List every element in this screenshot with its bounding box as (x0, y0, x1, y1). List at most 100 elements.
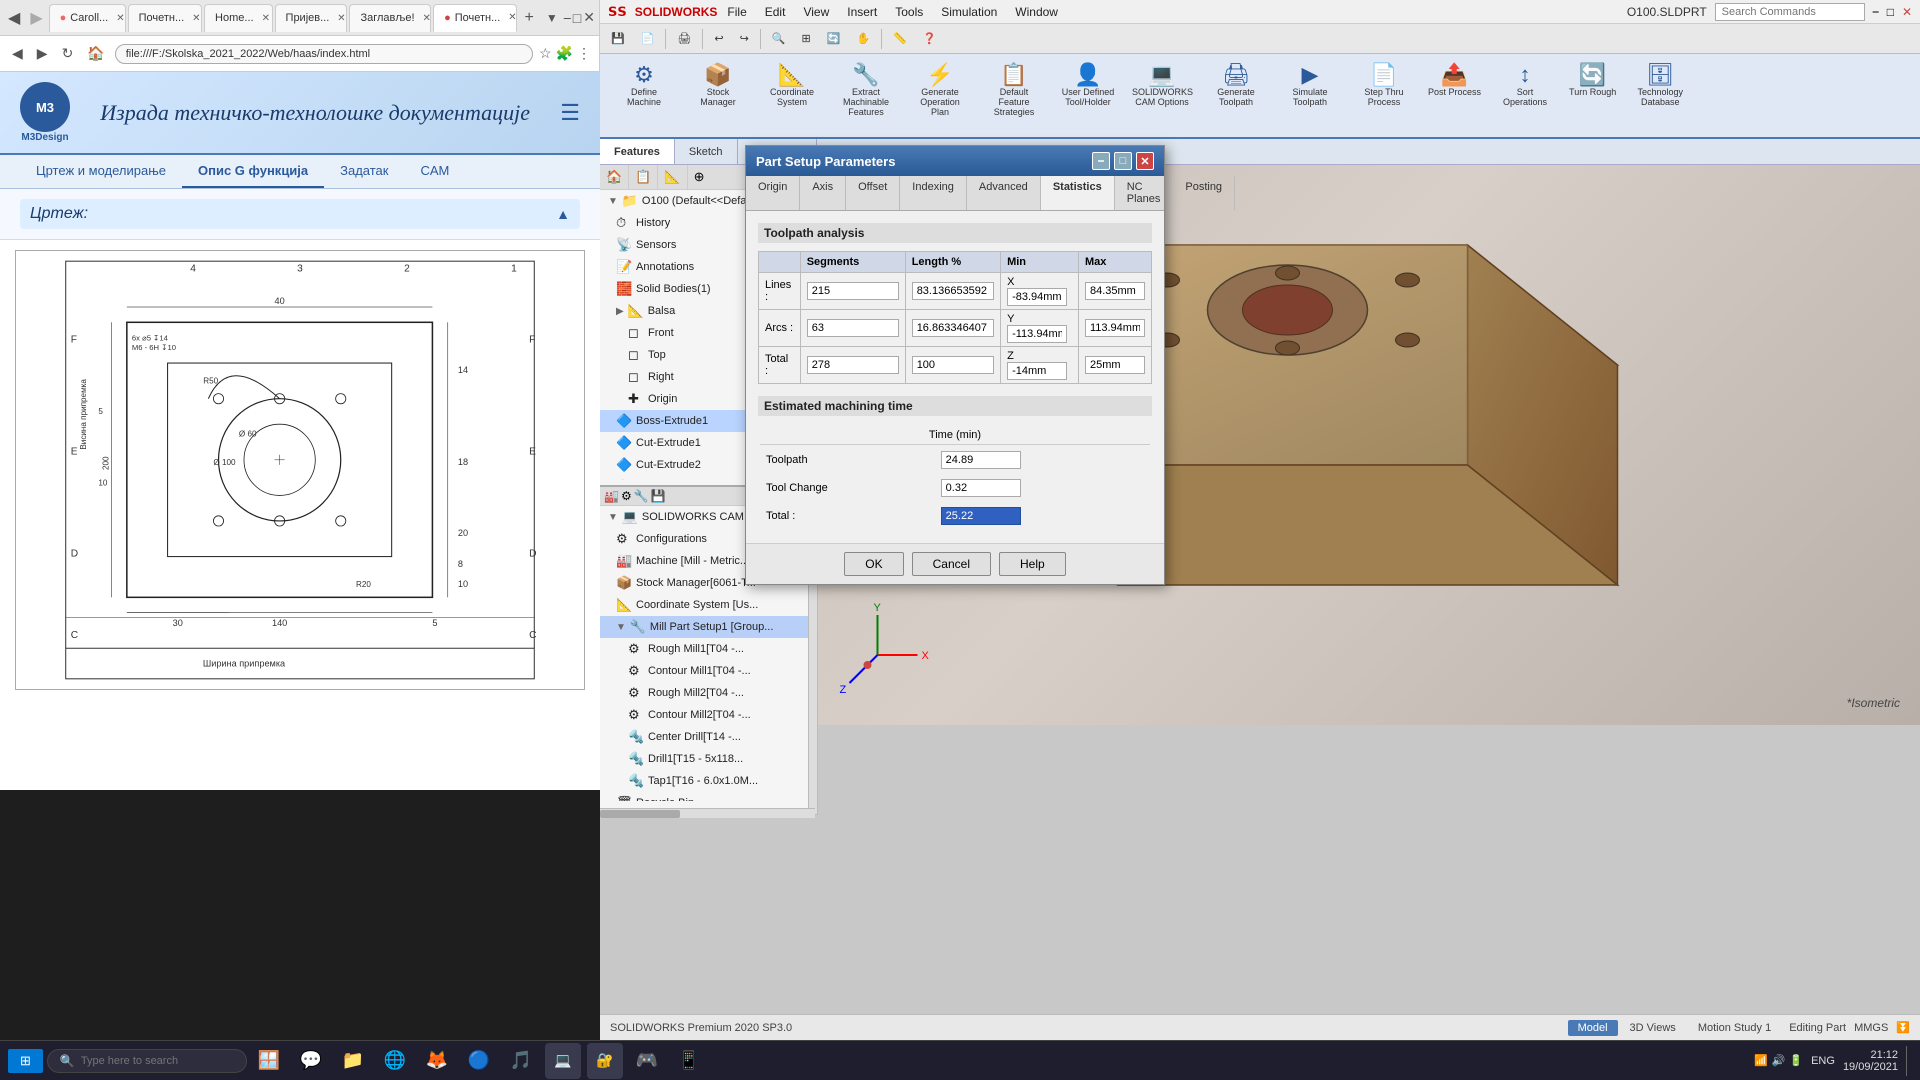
browser-tab-3[interactable]: Пријев... ✕ (275, 4, 348, 32)
dialog-restore-btn[interactable]: □ (1114, 152, 1132, 170)
3dviews-tab[interactable]: 3D Views (1620, 1020, 1686, 1036)
browser-tab-2[interactable]: Home... ✕ (204, 4, 272, 32)
taskbar-explorer[interactable]: 🪟 (251, 1043, 287, 1079)
taskbar-chrome[interactable]: 🔵 (461, 1043, 497, 1079)
help-btn[interactable]: Help (999, 552, 1066, 576)
min-lines-input[interactable] (1007, 288, 1067, 306)
ribbon-turn-rough[interactable]: 🔄 Turn Rough (1563, 58, 1622, 102)
dtab-advanced[interactable]: Advanced (967, 176, 1041, 210)
back-btn[interactable]: ◀ (8, 43, 27, 64)
cam-coord[interactable]: 📐 Coordinate System [Us... (600, 594, 813, 616)
nav-item-cam[interactable]: CAM (404, 155, 465, 188)
min-total-input[interactable] (1007, 362, 1067, 380)
browser-tab-1[interactable]: Почетн... ✕ (128, 4, 202, 32)
seg-arcs-input[interactable] (807, 319, 899, 337)
tab-overflow-btn[interactable]: ▼ (542, 11, 562, 25)
tab-close-5[interactable]: ✕ (508, 12, 516, 23)
min-arcs-input[interactable] (1007, 325, 1067, 343)
cam-hscrollbar[interactable] (600, 808, 815, 818)
dtab-axis[interactable]: Axis (800, 176, 846, 210)
cam-rough1[interactable]: ⚙ Rough Mill1[T04 -... (600, 638, 813, 660)
tree-expand-root[interactable]: ▼ (608, 196, 618, 207)
ribbon-extract-features[interactable]: 🔧 Extract Machinable Features (830, 58, 902, 122)
cam-mill-setup[interactable]: ▼ 🔧 Mill Part Setup1 [Group... (600, 616, 813, 638)
ribbon-generate-plan[interactable]: ⚡ Generate Operation Plan (904, 58, 976, 122)
len-total-input[interactable] (912, 356, 994, 374)
toolbar-redo[interactable]: ↪ (733, 29, 756, 48)
settings-icon[interactable]: ⋮ (577, 45, 591, 62)
taskbar-edge[interactable]: 🌐 (377, 1043, 413, 1079)
tree-expand-balsa[interactable]: ▶ (616, 306, 624, 317)
taskbar-show-desktop[interactable] (1906, 1046, 1912, 1076)
nav-item-opis[interactable]: Опис G функција (182, 155, 324, 188)
dtab-statistics[interactable]: Statistics (1041, 176, 1115, 210)
cam-rough2[interactable]: ⚙ Rough Mill2[T04 -... (600, 682, 813, 704)
cam-recycle[interactable]: 🗑 Recycle Bin (600, 792, 813, 801)
refresh-btn[interactable]: ↻ (58, 43, 78, 64)
browser-tab-0[interactable]: ● Caroll... ✕ (49, 4, 126, 32)
max-lines-input[interactable] (1085, 282, 1145, 300)
tab-close-1[interactable]: ✕ (192, 13, 200, 24)
collapse-btn[interactable]: ▲ (556, 206, 570, 222)
len-lines-input[interactable] (912, 282, 994, 300)
menu-window[interactable]: Window (1007, 3, 1066, 21)
ok-btn[interactable]: OK (844, 552, 903, 576)
tab-fwd-btn[interactable]: ▶ (26, 8, 46, 28)
panel-tab-icon-3[interactable]: 📐 (658, 165, 687, 189)
toolbar-zoom[interactable]: 🔍 (765, 29, 793, 48)
total-time-input[interactable] (941, 507, 1021, 525)
dtab-posting[interactable]: Posting (1173, 176, 1235, 210)
ribbon-simulate[interactable]: ▶ Simulate Toolpath (1274, 58, 1346, 112)
cam-center-drill[interactable]: 🔩 Center Drill[T14 -... (600, 726, 813, 748)
cancel-btn[interactable]: Cancel (912, 552, 991, 576)
bookmark-icon[interactable]: ☆ (539, 45, 552, 62)
toolbar-save[interactable]: 💾 (604, 29, 632, 48)
ribbon-stock-manager[interactable]: 📦 Stock Manager (682, 58, 754, 112)
search-input[interactable] (81, 1055, 231, 1067)
cam-panel-icon-2[interactable]: ⚙ (621, 489, 632, 503)
cam-contour1[interactable]: ⚙ Contour Mill1[T04 -... (600, 660, 813, 682)
taskbar-music[interactable]: 🎵 (503, 1043, 539, 1079)
maximize-window-btn[interactable]: □ (573, 10, 581, 26)
taskbar-game[interactable]: 🎮 (629, 1043, 665, 1079)
toolbar-new[interactable]: 📄 (634, 29, 662, 48)
model-tab[interactable]: Model (1568, 1020, 1618, 1036)
menu-edit[interactable]: Edit (757, 3, 794, 21)
cam-expand-root[interactable]: ▼ (608, 512, 618, 523)
ribbon-coord-system[interactable]: 📐 Coordinate System (756, 58, 828, 112)
toolbar-pan[interactable]: ✋ (849, 29, 877, 48)
toolpath-time-input[interactable] (941, 451, 1021, 469)
cam-hscroll-thumb[interactable] (600, 810, 680, 818)
browser-tab-4[interactable]: Заглавље! ✕ (349, 4, 431, 32)
menu-file[interactable]: File (719, 3, 754, 21)
tab-back-btn[interactable]: ◀ (4, 8, 24, 28)
address-bar[interactable] (115, 44, 533, 64)
len-arcs-input[interactable] (912, 319, 994, 337)
cam-contour2[interactable]: ⚙ Contour Mill2[T04 -... (600, 704, 813, 726)
tab-close-2[interactable]: ✕ (262, 13, 270, 24)
taskbar-files[interactable]: 📁 (335, 1043, 371, 1079)
tab-close-3[interactable]: ✕ (337, 13, 345, 24)
toolbar-rotate[interactable]: 🔄 (820, 29, 848, 48)
ribbon-sort-ops[interactable]: ↕ Sort Operations (1489, 58, 1561, 112)
browser-tab-5[interactable]: ● Почетн... ✕ (433, 4, 516, 32)
motion-tab[interactable]: Motion Study 1 (1688, 1020, 1781, 1036)
cam-expand-mill[interactable]: ▼ (616, 622, 626, 633)
sw-max-btn[interactable]: □ (1887, 5, 1894, 19)
dialog-close-btn[interactable]: ✕ (1136, 152, 1154, 170)
toolbar-help[interactable]: ❓ (916, 29, 944, 48)
cam-tap1[interactable]: 🔩 Tap1[T16 - 6.0x1.0M... (600, 770, 813, 792)
cam-panel-icon-4[interactable]: 💾 (651, 489, 666, 503)
toolbar-print[interactable]: 🖨 (670, 29, 698, 48)
ribbon-tech-db[interactable]: 🗄 Technology Database (1624, 58, 1696, 112)
tab-close-0[interactable]: ✕ (116, 13, 124, 24)
sw-close-btn[interactable]: ✕ (1902, 5, 1912, 19)
dtab-offset[interactable]: Offset (846, 176, 900, 210)
dialog-minimize-btn[interactable]: ⎯ (1092, 152, 1110, 170)
ribbon-user-defined[interactable]: 👤 User Defined Tool/Holder (1052, 58, 1124, 112)
panel-tab-icon-1[interactable]: 🏠 (600, 165, 629, 189)
seg-lines-input[interactable] (807, 282, 899, 300)
tab-sketch[interactable]: Sketch (675, 139, 738, 164)
menu-tools[interactable]: Tools (887, 3, 931, 21)
start-button[interactable]: ⊞ (8, 1049, 43, 1073)
